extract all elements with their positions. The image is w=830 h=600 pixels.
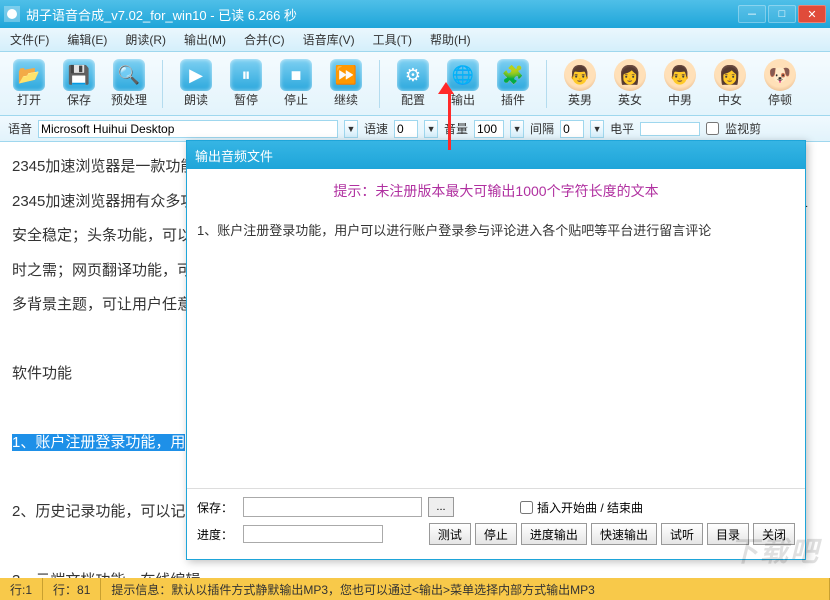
stop-button[interactable]: ■停止: [275, 59, 317, 108]
menu-tools[interactable]: 工具(T): [373, 31, 412, 48]
status-message: 提示信息：默认以插件方式静默输出MP3，您也可以通过<输出>菜单选择内部方式输出…: [101, 578, 830, 600]
dropdown-icon[interactable]: ▼: [344, 120, 358, 138]
dialog-stop-button[interactable]: 停止: [475, 523, 517, 545]
menu-help[interactable]: 帮助(H): [430, 31, 471, 48]
insert-song-checkbox[interactable]: [520, 501, 533, 514]
pause-voice-button[interactable]: 🐶停顿: [759, 59, 801, 108]
test-button[interactable]: 测试: [429, 523, 471, 545]
face-icon: 👩: [614, 59, 646, 91]
minimize-button[interactable]: －: [738, 5, 766, 23]
dropdown-icon[interactable]: ▼: [590, 120, 604, 138]
progress-bar: [243, 525, 383, 543]
browse-button[interactable]: ...: [428, 497, 454, 517]
gap-label: 间隔: [530, 120, 554, 137]
gap-input[interactable]: [560, 120, 584, 138]
dialog-title: 输出音频文件: [187, 141, 805, 169]
menu-read[interactable]: 朗读(R): [125, 31, 166, 48]
options-bar: 语音 ▼ 语速 ▼ 音量 ▼ 间隔 ▼ 电平 监视剪: [0, 116, 830, 142]
dialog-body[interactable]: 1、账户注册登录功能，用户可以进行账户登录参与评论进入各个贴吧等平台进行留言评论: [187, 213, 805, 489]
voice-cn-female-button[interactable]: 👩中女: [709, 59, 751, 108]
separator: [379, 60, 380, 108]
save-path-input[interactable]: [243, 497, 422, 517]
dropdown-icon[interactable]: ▼: [424, 120, 438, 138]
voice-en-female-button[interactable]: 👩英女: [609, 59, 651, 108]
menu-output[interactable]: 输出(M): [184, 31, 226, 48]
maximize-button[interactable]: □: [768, 5, 796, 23]
progress-label: 进度：: [197, 526, 237, 543]
speed-input[interactable]: [394, 120, 418, 138]
output-audio-dialog: 输出音频文件 提示：未注册版本最大可输出1000个字符长度的文本 1、账户注册登…: [186, 140, 806, 560]
voice-label: 语音: [8, 120, 32, 137]
dropdown-icon[interactable]: ▼: [510, 120, 524, 138]
menu-edit[interactable]: 编辑(E): [67, 31, 107, 48]
menu-merge[interactable]: 合并(C): [244, 31, 285, 48]
close-button[interactable]: ✕: [798, 5, 826, 23]
speed-label: 语速: [364, 120, 388, 137]
pause-face-icon: 🐶: [764, 59, 796, 91]
volume-label: 音量: [444, 120, 468, 137]
forward-icon: ⏩: [330, 59, 362, 91]
monitor-checkbox[interactable]: [706, 122, 719, 135]
face-icon: 👨: [564, 59, 596, 91]
read-button[interactable]: ▶朗读: [175, 59, 217, 108]
search-icon: 🔍: [113, 59, 145, 91]
toolbar: 📂打开 💾保存 🔍预处理 ▶朗读 ⏸暂停 ■停止 ⏩继续 ⚙配置 🌐输出 🧩插件…: [0, 52, 830, 116]
monitor-label: 监视剪: [725, 120, 761, 137]
export-icon: 🌐: [447, 59, 479, 91]
config-button[interactable]: ⚙配置: [392, 59, 434, 108]
dialog-close-button[interactable]: 关闭: [753, 523, 795, 545]
gear-icon: ⚙: [397, 59, 429, 91]
menu-file[interactable]: 文件(F): [10, 31, 49, 48]
save-label: 保存：: [197, 499, 237, 516]
voice-select[interactable]: [38, 120, 338, 138]
save-button[interactable]: 💾保存: [58, 59, 100, 108]
app-icon: [4, 6, 20, 22]
window-title: 胡子语音合成_v7.02_for_win10 - 已读 6.266 秒: [26, 5, 297, 24]
folder-open-icon: 📂: [13, 59, 45, 91]
pitch-label: 电平: [610, 120, 634, 137]
volume-input[interactable]: [474, 120, 504, 138]
preview-button[interactable]: 试听: [661, 523, 703, 545]
progress-output-button[interactable]: 进度输出: [521, 523, 587, 545]
voice-cn-male-button[interactable]: 👨中男: [659, 59, 701, 108]
menu-voicelib[interactable]: 语音库(V): [303, 31, 355, 48]
separator: [546, 60, 547, 108]
dialog-footer: 保存： ... 插入开始曲 / 结束曲 进度： 测试 停止 进度输出 快速输出 …: [187, 489, 805, 559]
plugin-icon: 🧩: [497, 59, 529, 91]
directory-button[interactable]: 目录: [707, 523, 749, 545]
pause-button[interactable]: ⏸暂停: [225, 59, 267, 108]
voice-en-male-button[interactable]: 👨英男: [559, 59, 601, 108]
status-row: 行:1: [0, 578, 43, 600]
titlebar: 胡子语音合成_v7.02_for_win10 - 已读 6.266 秒 － □ …: [0, 0, 830, 28]
statusbar: 行:1 行：81 提示信息：默认以插件方式静默输出MP3，您也可以通过<输出>菜…: [0, 578, 830, 600]
output-button[interactable]: 🌐输出: [442, 59, 484, 108]
continue-button[interactable]: ⏩继续: [325, 59, 367, 108]
plugin-button[interactable]: 🧩插件: [492, 59, 534, 108]
pitch-meter: [640, 122, 700, 136]
open-button[interactable]: 📂打开: [8, 59, 50, 108]
face-icon: 👨: [664, 59, 696, 91]
highlighted-line: 1、账户注册登录功能，用: [12, 434, 185, 451]
stop-icon: ■: [280, 59, 312, 91]
separator: [162, 60, 163, 108]
status-row2: 行：81: [43, 578, 101, 600]
play-icon: ▶: [180, 59, 212, 91]
save-icon: 💾: [63, 59, 95, 91]
fast-output-button[interactable]: 快速输出: [591, 523, 657, 545]
preprocess-button[interactable]: 🔍预处理: [108, 59, 150, 108]
insert-song-label: 插入开始曲 / 结束曲: [537, 499, 643, 516]
dialog-hint: 提示：未注册版本最大可输出1000个字符长度的文本: [187, 169, 805, 213]
menubar: 文件(F) 编辑(E) 朗读(R) 输出(M) 合并(C) 语音库(V) 工具(…: [0, 28, 830, 52]
pause-icon: ⏸: [230, 59, 262, 91]
face-icon: 👩: [714, 59, 746, 91]
